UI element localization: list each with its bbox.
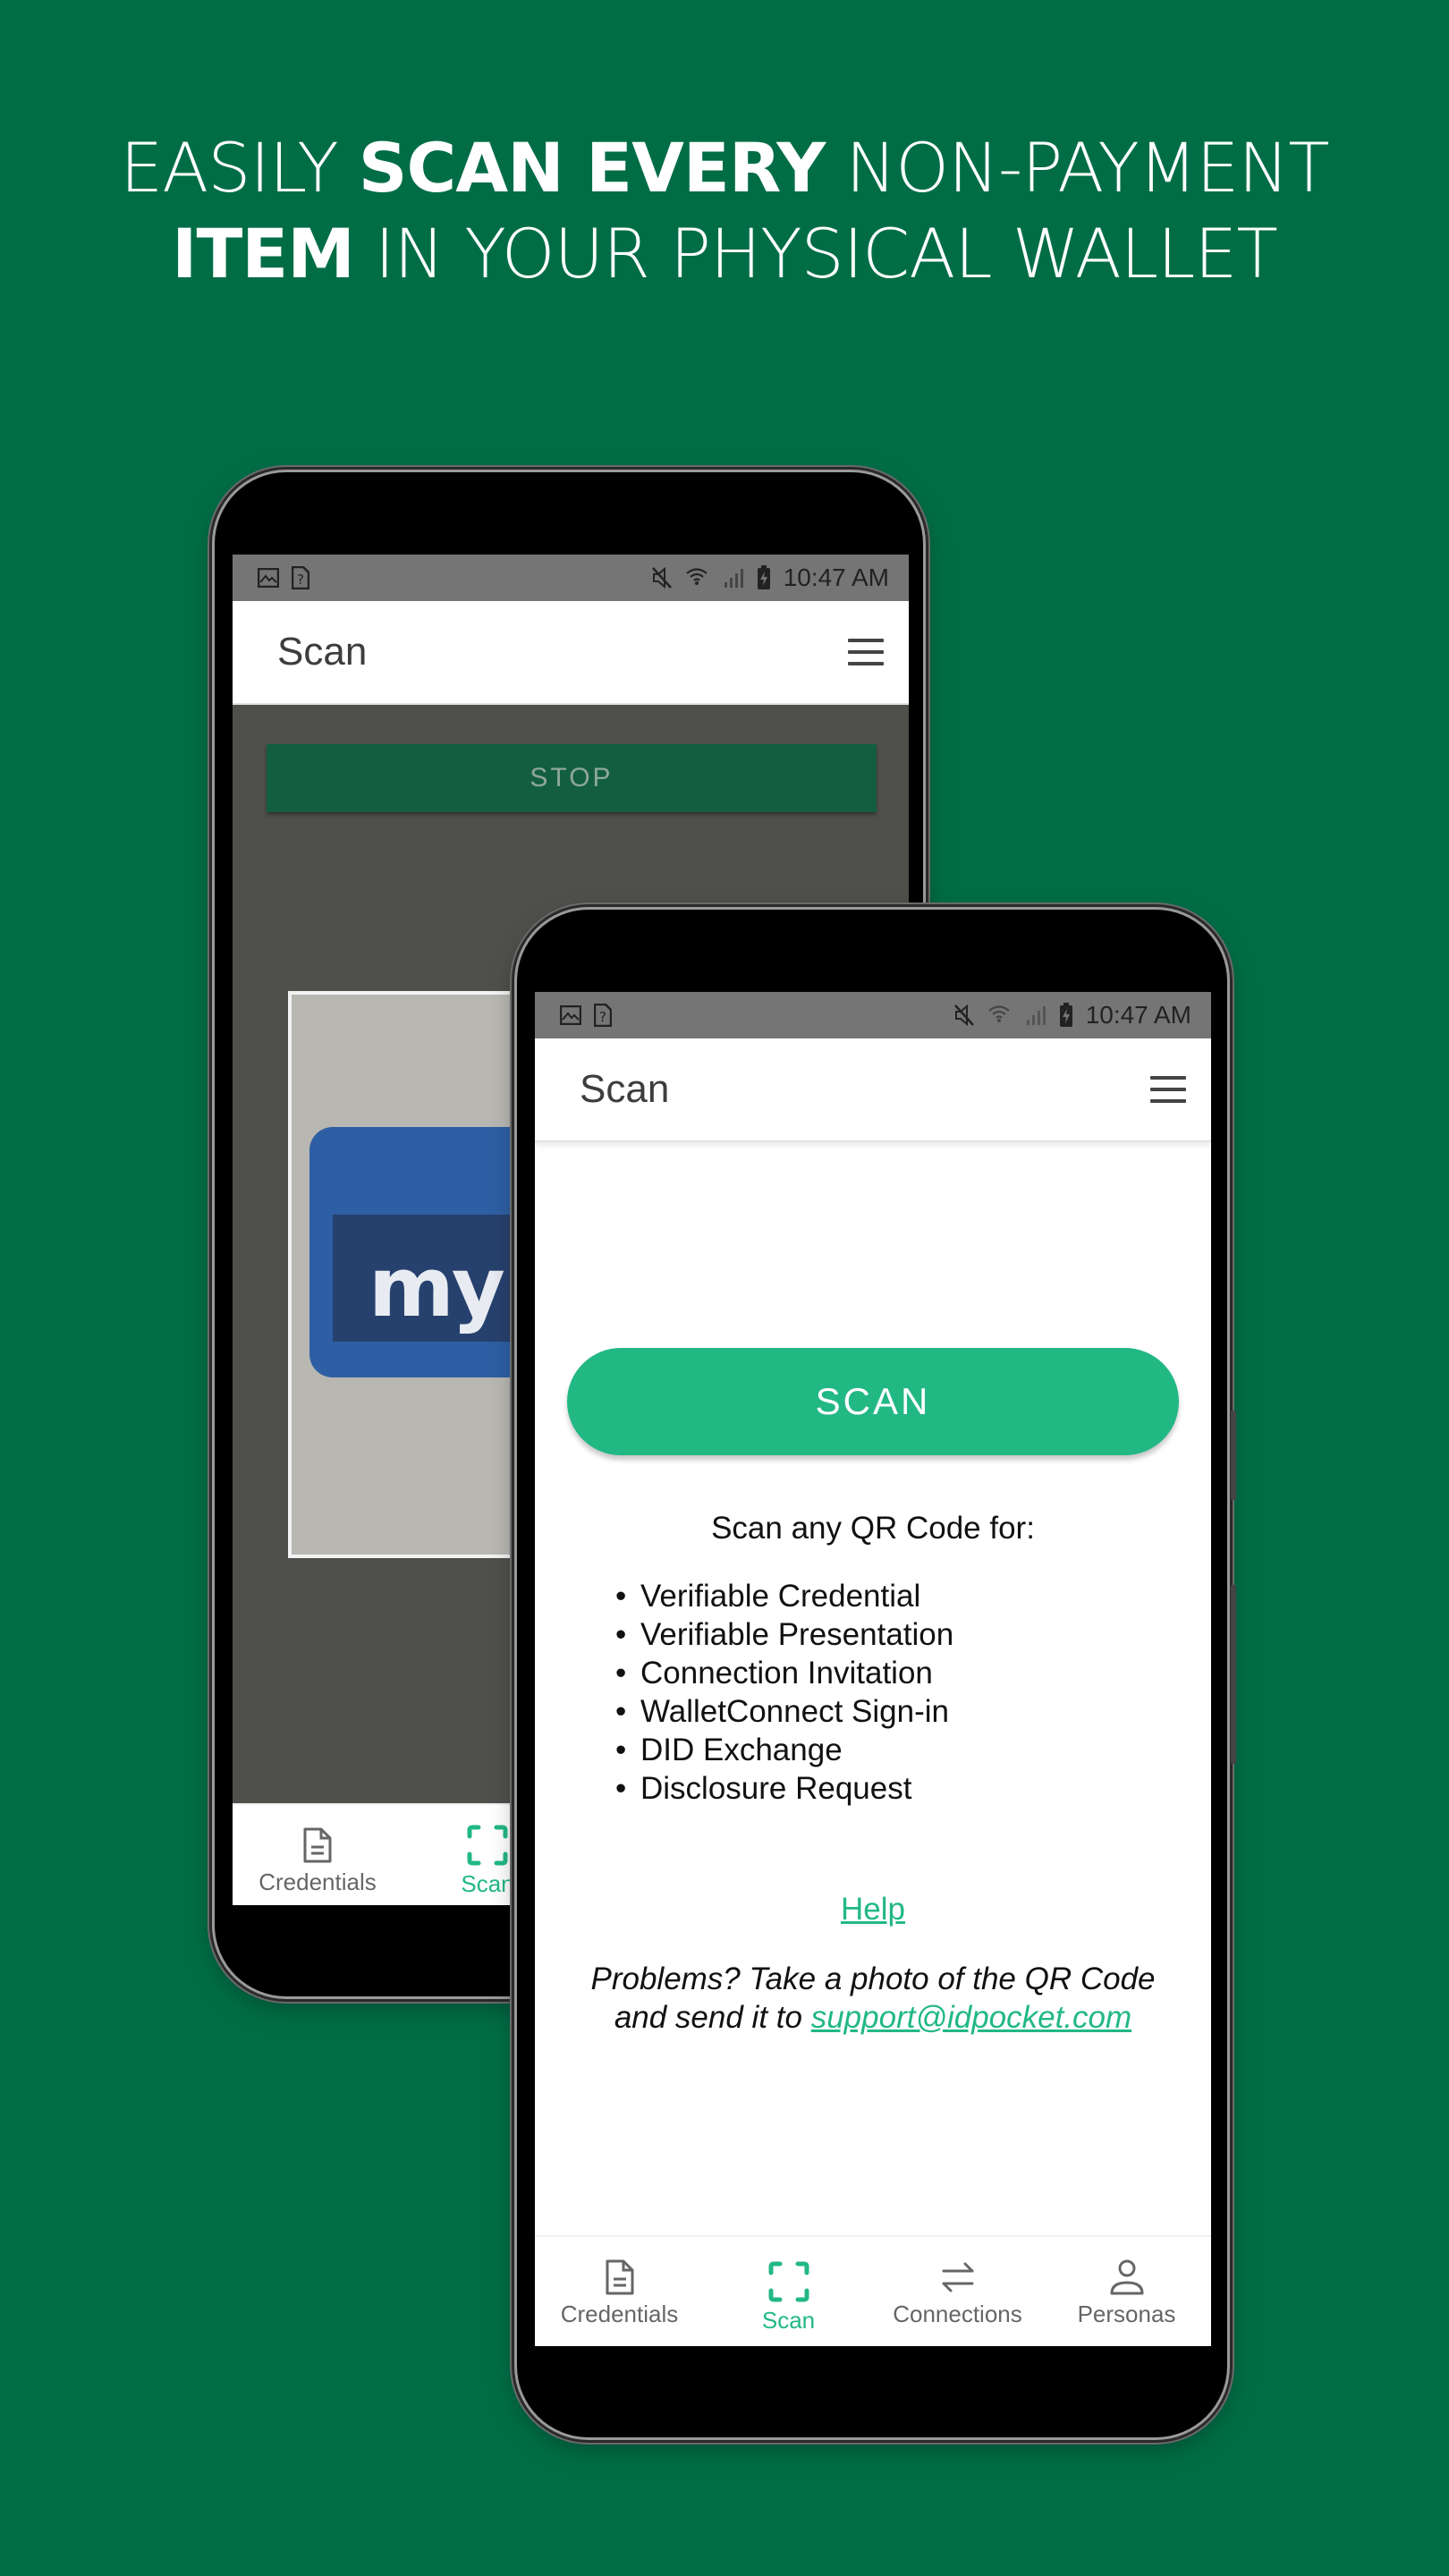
status-time: 10:47 AM [1085,1001,1191,1029]
page-title: Scan [580,1067,670,1111]
stop-button[interactable]: STOP [267,744,877,812]
status-bar: ? 10:47 AM [233,555,909,601]
battery-charging-icon [1059,1003,1072,1027]
list-item: Connection Invitation [615,1654,953,1692]
nav-label: Personas [1077,2300,1176,2327]
scan-frame-icon [467,1825,508,1865]
sim-unknown-icon: ? [292,566,309,589]
battery-charging-icon [757,565,770,589]
signal-icon [1026,1006,1046,1025]
wifi-icon [987,1005,1010,1022]
mute-icon [651,566,672,589]
nav-label: Scan [761,2306,816,2334]
help-link[interactable]: Help [841,1892,905,1927]
app-bar: Scan [233,601,909,705]
list-item: Verifiable Presentation [615,1615,953,1654]
scan-frame-icon [768,2261,809,2301]
svg-text:?: ? [297,572,304,588]
list-item: Verifiable Credential [615,1577,953,1615]
document-icon [303,1827,332,1862]
volume-button [1231,1411,1236,1500]
svg-text:?: ? [599,1009,606,1025]
front-phone-screen: ? 10:47 AM Scan SCAN Scan any QR Code fo… [535,992,1211,2346]
list-item: DID Exchange [615,1731,953,1769]
supported-types-list: Verifiable Credential Verifiable Present… [615,1577,953,1808]
swap-arrows-icon [942,2262,973,2292]
list-item: Disclosure Request [615,1769,953,1808]
signal-icon [724,569,743,588]
nav-scan[interactable]: Scan [704,2237,873,2346]
problems-text: Problems? Take a photo of the QR Code an… [590,1962,1156,2035]
headline-line-1: EASILY SCAN EVERY NON-PAYMENT [120,128,1329,208]
bottom-nav: Credentials Scan Connections Personas [535,2235,1211,2346]
image-icon [258,568,279,588]
front-phone-frame: ? 10:47 AM Scan SCAN Scan any QR Code fo… [517,910,1236,2437]
menu-icon[interactable] [1150,1076,1186,1103]
sim-unknown-icon: ? [594,1004,612,1027]
nav-label: Credentials [258,1868,377,1895]
headline-line-2: ITEM IN YOUR PHYSICAL WALLET [172,214,1278,293]
list-item: WalletConnect Sign-in [615,1692,953,1731]
mute-icon [953,1004,974,1027]
status-bar: ? 10:47 AM [535,992,1211,1038]
nav-label: Credentials [560,2300,679,2327]
status-time: 10:47 AM [783,564,889,591]
page-title: Scan [277,630,368,674]
wifi-icon [685,568,708,585]
support-email-link[interactable]: support@idpocket.com [811,2000,1131,2035]
nav-label: Connections [893,2300,1022,2327]
image-icon [560,1005,581,1025]
scan-button[interactable]: SCAN [567,1348,1179,1455]
info-title: Scan any QR Code for: [711,1511,1035,1546]
help-row: Help [535,1892,1211,1928]
menu-icon[interactable] [848,639,884,665]
app-bar: Scan [535,1038,1211,1142]
nav-personas[interactable]: Personas [1042,2237,1211,2346]
power-button [1231,1585,1236,1764]
nav-label: Scan [461,1869,514,1897]
nav-credentials[interactable]: Credentials [535,2237,704,2346]
headline: EASILY SCAN EVERY NON-PAYMENT ITEM IN YO… [0,125,1449,297]
nav-credentials[interactable]: Credentials [233,1805,402,1905]
document-icon [606,2259,633,2294]
person-icon [1110,2259,1143,2294]
nav-connections[interactable]: Connections [873,2237,1042,2346]
